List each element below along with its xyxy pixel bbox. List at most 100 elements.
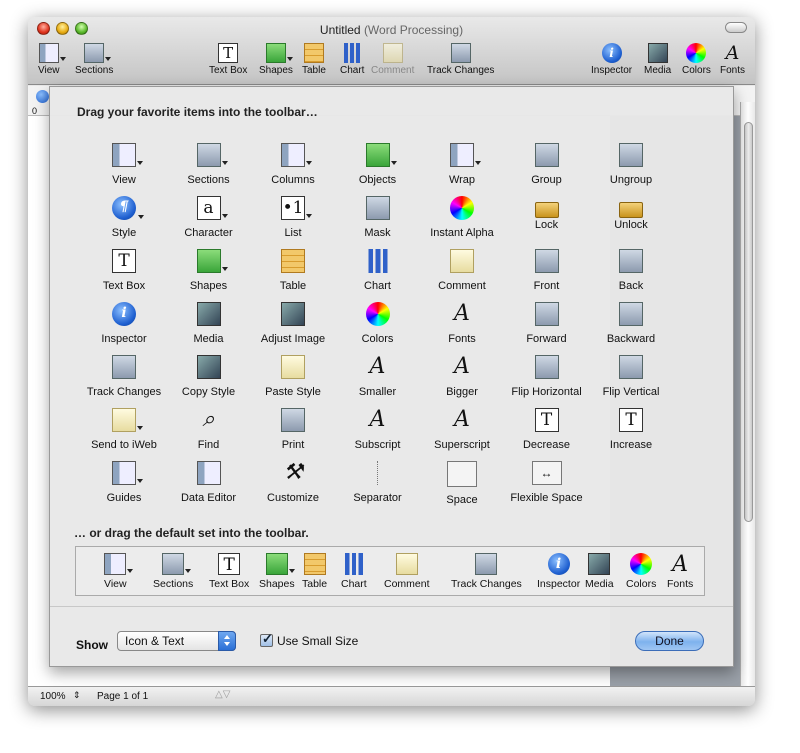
default-toolbar-set[interactable]: View Sections T Text Box Shapes Table Chart Com… [75,546,705,596]
toolbar-chart-button[interactable]: Chart [340,43,364,76]
toolbar-item-flexible-space[interactable]: ↔ Flexible Space [502,461,592,504]
toolbar-item-columns[interactable]: Columns [248,143,338,186]
toolbar-item-decrease[interactable]: T Decrease [502,408,592,451]
track-changes-icon [475,553,498,575]
default-item-label: Shapes [259,578,295,590]
toolbar-shapes-button[interactable]: Shapes [259,43,293,76]
zoom-level[interactable]: 100% [40,691,66,702]
toolbar-item-backward[interactable]: Backward [586,302,676,345]
toolbar-item-label: Bigger [446,386,478,398]
toolbar-item-smaller[interactable]: A Smaller [333,354,423,399]
toolbar-item-label: Flip Vertical [602,386,660,398]
scroll-thumb[interactable] [744,122,753,522]
toolbar-item-adjust-image[interactable]: Adjust Image [248,302,338,345]
toolbar-item-front[interactable]: Front [502,249,592,292]
toolbar-item-forward[interactable]: Forward [502,302,592,345]
toolbar-textbox-button[interactable]: T Text Box [209,43,247,76]
toolbar-item-list[interactable]: •1 List [248,196,338,239]
toolbar-item-label: Front [533,280,560,292]
toolbar-item-ungroup[interactable]: Ungroup [586,143,676,186]
smaller-icon: A [369,354,386,379]
colors-icon [686,43,707,63]
toolbar-item-fonts[interactable]: A Fonts [417,302,507,346]
toolbar-item-label: Paste Style [265,386,321,398]
toolbar-item-label: Table [279,280,307,292]
zoom-stepper-icon[interactable]: ⇕ [73,690,81,701]
toolbar-item-colors[interactable]: Colors [333,302,423,345]
vertical-scrollbar[interactable] [740,102,755,687]
toolbar-item-sections[interactable]: Sections [164,143,254,186]
format-bar-icon[interactable] [36,90,49,103]
toolbar-item-data-editor[interactable]: Data Editor [164,461,254,504]
toolbar-item-chart[interactable]: Chart [333,249,423,292]
adjust-image-icon [281,302,305,326]
toolbar-item-copy-style[interactable]: Copy Style [164,355,254,398]
toolbar-item-inspector[interactable]: i Inspector [79,302,169,345]
toolbar-item-paste-style[interactable]: Paste Style [248,355,338,398]
toolbar-item-space[interactable]: Space [417,461,507,506]
toolbar-item-character[interactable]: a Character [164,196,254,239]
toolbar-item-flip-vertical[interactable]: Flip Vertical [586,355,676,398]
default-item-label: Text Box [209,578,250,590]
toolbar-view-button[interactable]: View [38,43,66,76]
toolbar-fonts-button[interactable]: A Fonts [720,43,745,76]
toolbar-item-flip-horizontal[interactable]: Flip Horizontal [502,355,592,398]
toolbar-item-bigger[interactable]: A Bigger [417,354,507,399]
done-button[interactable]: Done [635,631,704,651]
toolbar-colors-button[interactable]: Colors [682,43,711,76]
shapes-icon [265,553,295,575]
toolbar-item-mask[interactable]: Mask [333,196,423,239]
sheet-heading: Drag your favorite items into the toolba… [77,105,318,119]
toolbar-sections-button[interactable]: Sections [75,43,113,76]
toolbar-item-table[interactable]: Table [248,249,338,292]
toolbar-item-find[interactable]: ⌕ Find [164,408,254,452]
use-small-size-checkbox[interactable] [260,631,273,647]
toolbar-track-changes-button[interactable]: Track Changes [427,43,494,76]
default-item-inspector: i Inspector [537,553,580,590]
toolbar-comment-button[interactable]: Comment [371,43,414,76]
toolbar-media-button[interactable]: Media [644,43,671,76]
toolbar-item-label: Mask [364,227,391,239]
window-title: Untitled (Word Processing) [28,23,755,37]
page-arrows-icon[interactable]: △▽ [215,689,230,700]
toolbar-item-wrap[interactable]: Wrap [417,143,507,186]
toolbar-item-group[interactable]: Group [502,143,592,186]
default-item-label: Sections [153,578,194,590]
subscript-icon: A [369,407,386,432]
toolbar-item-subscript[interactable]: A Subscript [333,407,423,452]
show-mode-popup[interactable]: Icon & Text [117,631,236,651]
toolbar-item-lock[interactable]: Lock [502,196,592,231]
page-indicator: Page 1 of 1 [97,691,149,702]
toolbar-item-unlock[interactable]: Unlock [586,196,676,231]
toolbar-item-shapes[interactable]: Shapes [164,249,254,292]
toolbar-item-print[interactable]: Print [248,408,338,451]
toolbar-label: Chart [340,65,365,76]
toolbar-label: Comment [371,65,415,76]
toolbar-item-track-changes[interactable]: Track Changes [79,355,169,398]
toolbar-item-guides[interactable]: Guides [79,461,169,504]
toolbar-item-objects[interactable]: Objects [333,143,423,186]
toolbar-item-text-box[interactable]: T Text Box [79,249,169,292]
toolbar-item-instant-alpha[interactable]: Instant Alpha [417,196,507,239]
toolbar-label: Inspector [591,65,633,76]
toolbar-item-view[interactable]: View [79,143,169,186]
toolbar-item-comment[interactable]: Comment [417,249,507,292]
toolbar-item-back[interactable]: Back [586,249,676,292]
toolbar-item-increase[interactable]: T Increase [586,408,676,451]
toolbar-item-label: Inspector [101,333,147,345]
bigger-icon: A [454,354,470,379]
toolbar-item-style[interactable]: ¶ Style [79,196,169,239]
toolbar-label: Text Box [209,65,248,76]
toolbar-label: Fonts [720,65,746,76]
toolbar-item-separator[interactable]: Separator [333,461,423,504]
toolbar-item-superscript[interactable]: A Superscript [417,408,507,452]
toolbar-item-send-to-iweb[interactable]: Send to iWeb [79,408,169,451]
toolbar-item-label: Sections [187,174,230,186]
toolbar-table-button[interactable]: Table [302,43,326,76]
toolbar-item-customize[interactable]: ⚒ Customize [248,461,338,505]
toolbar-toggle-button[interactable] [725,22,747,33]
toolbar-inspector-button[interactable]: i Inspector [591,43,632,76]
toolbar-item-label: Data Editor [180,492,237,504]
print-icon [281,408,305,432]
toolbar-item-media[interactable]: Media [164,302,254,345]
